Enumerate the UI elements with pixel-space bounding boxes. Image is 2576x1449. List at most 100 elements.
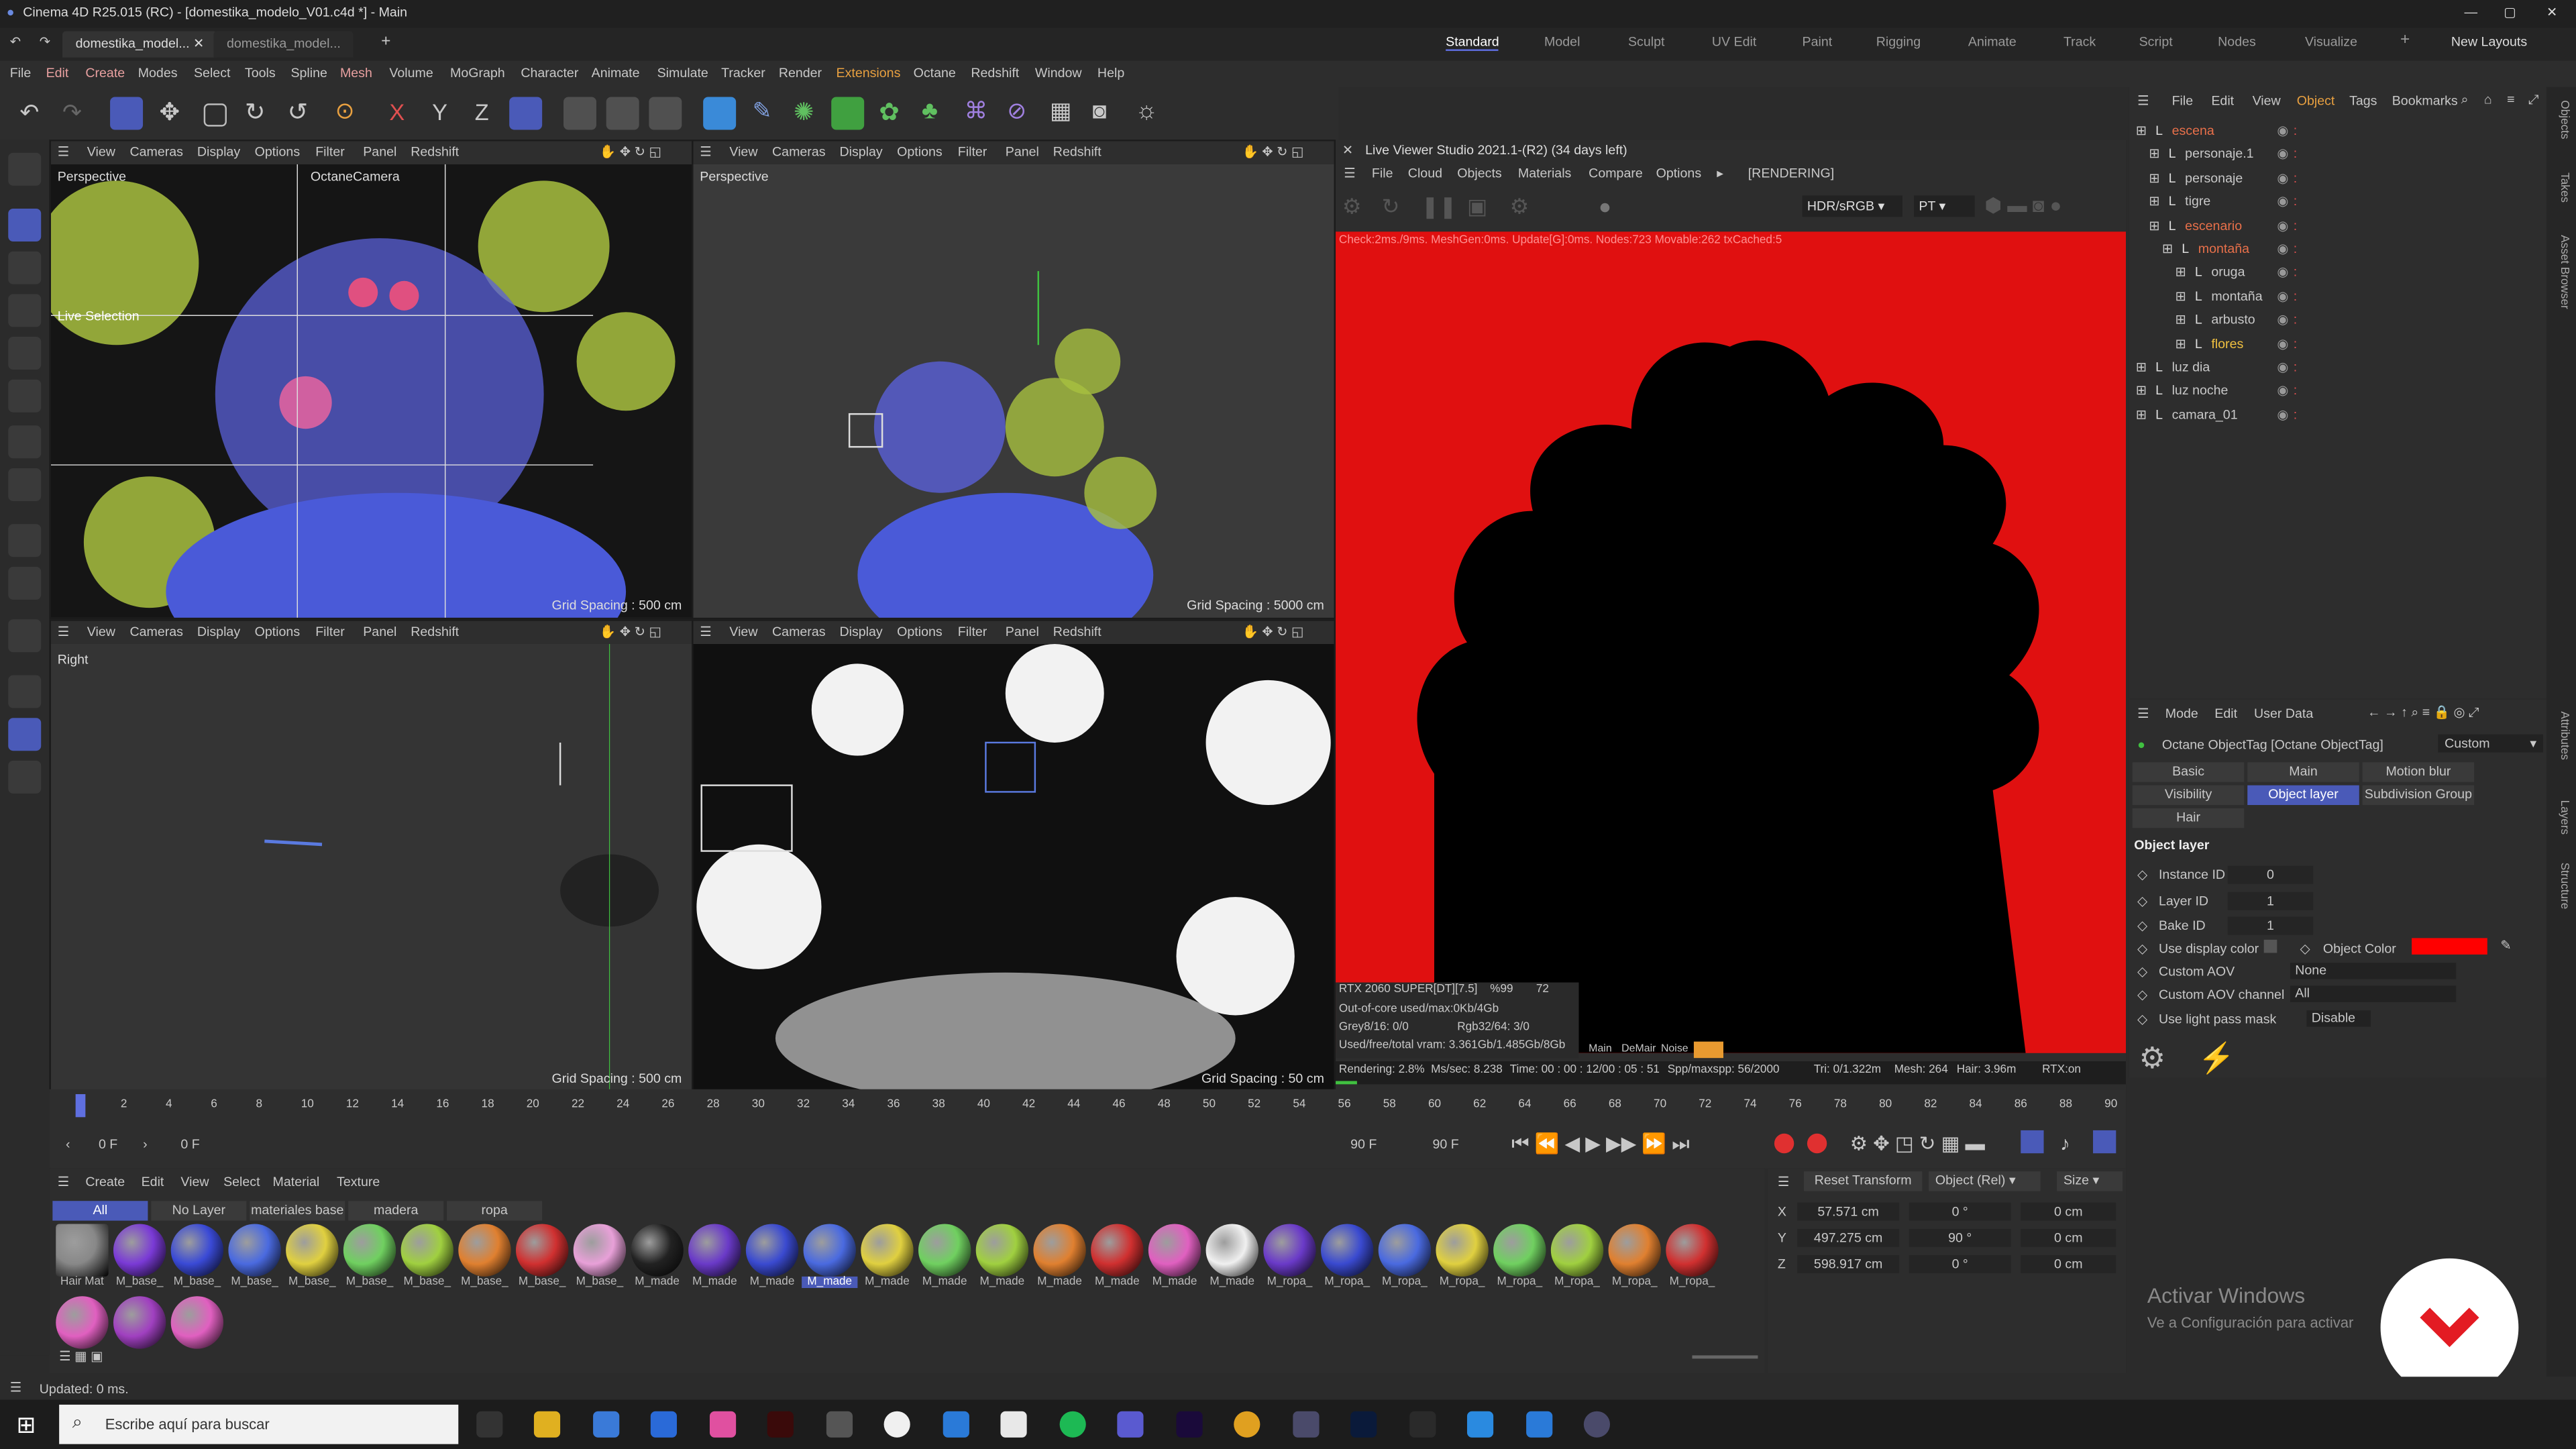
coord-size-select[interactable]: Size ▾ (2057, 1171, 2123, 1191)
redo-icon[interactable]: ↷ (40, 34, 50, 49)
menu-select[interactable]: Select (194, 66, 230, 80)
playback-controls[interactable]: ⏮ ⏪ ◀ ▶ ▶▶ ⏩ ⏭ (1511, 1132, 1689, 1157)
visibility-dots-icon[interactable]: : (2294, 120, 2297, 142)
plugin-icon[interactable]: ⚡ (2198, 1042, 2235, 1076)
redo-icon[interactable]: ↷ (56, 97, 89, 129)
record-icon[interactable] (1774, 1133, 1794, 1154)
position-field[interactable]: 598.917 cm (1797, 1255, 1900, 1273)
material-swatch[interactable] (1263, 1224, 1316, 1277)
end-frame-a[interactable]: 90 F (1350, 1137, 1377, 1152)
material-swatch[interactable] (861, 1224, 914, 1277)
timeline-settings-icon[interactable] (2093, 1130, 2116, 1154)
vp-menu-redshift[interactable]: Redshift (411, 145, 459, 160)
zoom-slider[interactable] (1692, 1355, 1758, 1359)
menu-volume[interactable]: Volume (389, 66, 433, 80)
vp-menu-display[interactable]: Display (839, 145, 882, 160)
viewport-nav-icons[interactable]: ✋ ✥ ↻ ◱ (600, 145, 661, 160)
teams-icon[interactable] (1117, 1411, 1144, 1438)
hamburger-icon[interactable]: ☰ (2137, 706, 2149, 721)
hamburger-icon[interactable]: ☰ (700, 145, 712, 160)
photoshop-icon[interactable] (1350, 1411, 1377, 1438)
material-swatch[interactable] (228, 1224, 281, 1277)
layer-icon[interactable]: ◉ (2277, 167, 2288, 189)
vp-menu-redshift[interactable]: Redshift (1053, 625, 1102, 639)
material-swatch[interactable] (170, 1224, 224, 1277)
expand-icon[interactable]: ⤢ (2528, 92, 2539, 108)
menu-help[interactable]: Help (1097, 66, 1124, 80)
use-display-color-checkbox[interactable] (2263, 939, 2277, 953)
layer-icon[interactable]: ◉ (2277, 404, 2288, 425)
instagram-icon[interactable] (709, 1411, 737, 1438)
align-workplane-icon[interactable] (8, 718, 42, 751)
visibility-dots-icon[interactable]: : (2294, 238, 2297, 260)
object-row[interactable]: ⊞ Larbusto ◉: (2136, 309, 2540, 331)
vp-menu-filter[interactable]: Filter (958, 145, 987, 160)
live-selection-icon[interactable] (110, 97, 144, 130)
expand-icon[interactable]: ⊞ (2136, 404, 2147, 425)
visibility-dots-icon[interactable]: : (2294, 380, 2297, 402)
task-view-icon[interactable] (476, 1411, 503, 1438)
render-view[interactable]: Check:2ms./9ms. MeshGen:0ms. Update[G]:0… (1336, 231, 2127, 1053)
vp-menu-redshift[interactable]: Redshift (411, 625, 459, 639)
vp-menu-view[interactable]: View (729, 145, 757, 160)
lvs-menu-objects[interactable]: Objects (1457, 166, 1501, 180)
mat-menu-edit[interactable]: Edit (142, 1175, 164, 1189)
uv-mode-icon[interactable] (8, 425, 42, 459)
material-swatch[interactable] (1148, 1224, 1201, 1277)
cloner-icon[interactable]: ✿ (874, 97, 907, 129)
chevron-right-icon[interactable]: › (143, 1137, 148, 1152)
vp-menu-panel[interactable]: Panel (1006, 145, 1039, 160)
object-row[interactable]: ⊞ Lmontaña ◉: (2136, 286, 2540, 307)
tab-basic[interactable]: Basic (2132, 762, 2245, 782)
layer-icon[interactable]: ◉ (2277, 238, 2288, 260)
cinema4d-taskbar-icon[interactable] (1293, 1411, 1320, 1438)
floor-icon[interactable]: ▦ (1045, 97, 1078, 129)
expand-icon[interactable]: ⊞ (2149, 191, 2159, 213)
light-pass-select[interactable]: Disable (2306, 1010, 2371, 1027)
chevron-left-icon[interactable]: ‹ (66, 1137, 70, 1152)
viewport-perspective[interactable]: ☰ View Cameras Display Options Filter Pa… (49, 140, 694, 620)
object-row[interactable]: ⊞ Lflores ◉: (2136, 333, 2540, 354)
vp-menu-display[interactable]: Display (839, 625, 882, 639)
expand-icon[interactable]: ⊞ (2136, 120, 2147, 142)
z-axis-icon[interactable]: Z (467, 97, 500, 129)
viewport-right[interactable]: ☰ View Cameras Display Options Filter Pa… (49, 619, 694, 1093)
x-axis-icon[interactable]: X (381, 97, 414, 129)
illustrator-icon[interactable] (767, 1411, 794, 1438)
object-row[interactable]: ⊞ Lmontaña ◉: (2136, 238, 2540, 260)
coord-mode-select[interactable]: Object (Rel) ▾ (1929, 1171, 2041, 1191)
object-row[interactable]: ⊞ Lescenario ◉: (2136, 215, 2540, 236)
figma-icon[interactable] (1409, 1411, 1436, 1438)
om-menu-file[interactable]: File (2172, 94, 2194, 109)
rotation-field[interactable]: 0 ° (1909, 1202, 2011, 1221)
app-blue-icon[interactable] (1466, 1411, 1494, 1438)
layout-nodes[interactable]: Nodes (2218, 34, 2256, 49)
make-editable-icon[interactable] (8, 152, 42, 186)
add-tab-icon[interactable]: + (381, 33, 390, 51)
menu-edit[interactable]: Edit (46, 66, 69, 80)
lvs-extra-icons[interactable]: ⬢ ▬ ◙ ● (1984, 194, 2061, 217)
visibility-dots-icon[interactable]: : (2294, 286, 2297, 307)
material-swatch[interactable] (113, 1296, 166, 1349)
timeline-ruler[interactable]: 0246810121416182022242628303234363840424… (76, 1095, 2118, 1118)
visibility-dots-icon[interactable]: : (2294, 356, 2297, 378)
filter-no-layer[interactable]: No Layer (151, 1201, 247, 1221)
viewport-nav-icons[interactable]: ✋ ✥ ↻ ◱ (1242, 145, 1303, 160)
pen-icon[interactable]: ✎ (746, 97, 779, 129)
viewport-nav-icons[interactable]: ✋ ✥ ↻ ◱ (1242, 625, 1303, 639)
edges-mode-icon[interactable] (8, 337, 42, 370)
lvs-menu-options[interactable]: Options (1656, 166, 1702, 180)
sound-icon[interactable]: ♪ (2060, 1132, 2070, 1155)
material-swatch[interactable] (918, 1224, 971, 1277)
keyframe-icon[interactable]: ◇ (2137, 1012, 2147, 1027)
close-icon[interactable]: ✕ (1342, 143, 1353, 158)
hamburger-icon[interactable]: ☰ (58, 625, 70, 639)
expand-icon[interactable]: ⊞ (2175, 286, 2186, 307)
layer-icon[interactable]: ◉ (2277, 356, 2288, 378)
vp-menu-cameras[interactable]: Cameras (772, 145, 825, 160)
keyframe-icon[interactable]: ◇ (2137, 918, 2147, 933)
number-field[interactable]: 0 (2227, 865, 2314, 884)
pass-active-badge[interactable] (1693, 1041, 1724, 1059)
chrome-icon[interactable] (1234, 1411, 1260, 1438)
layout-paint[interactable]: Paint (1803, 34, 1833, 49)
